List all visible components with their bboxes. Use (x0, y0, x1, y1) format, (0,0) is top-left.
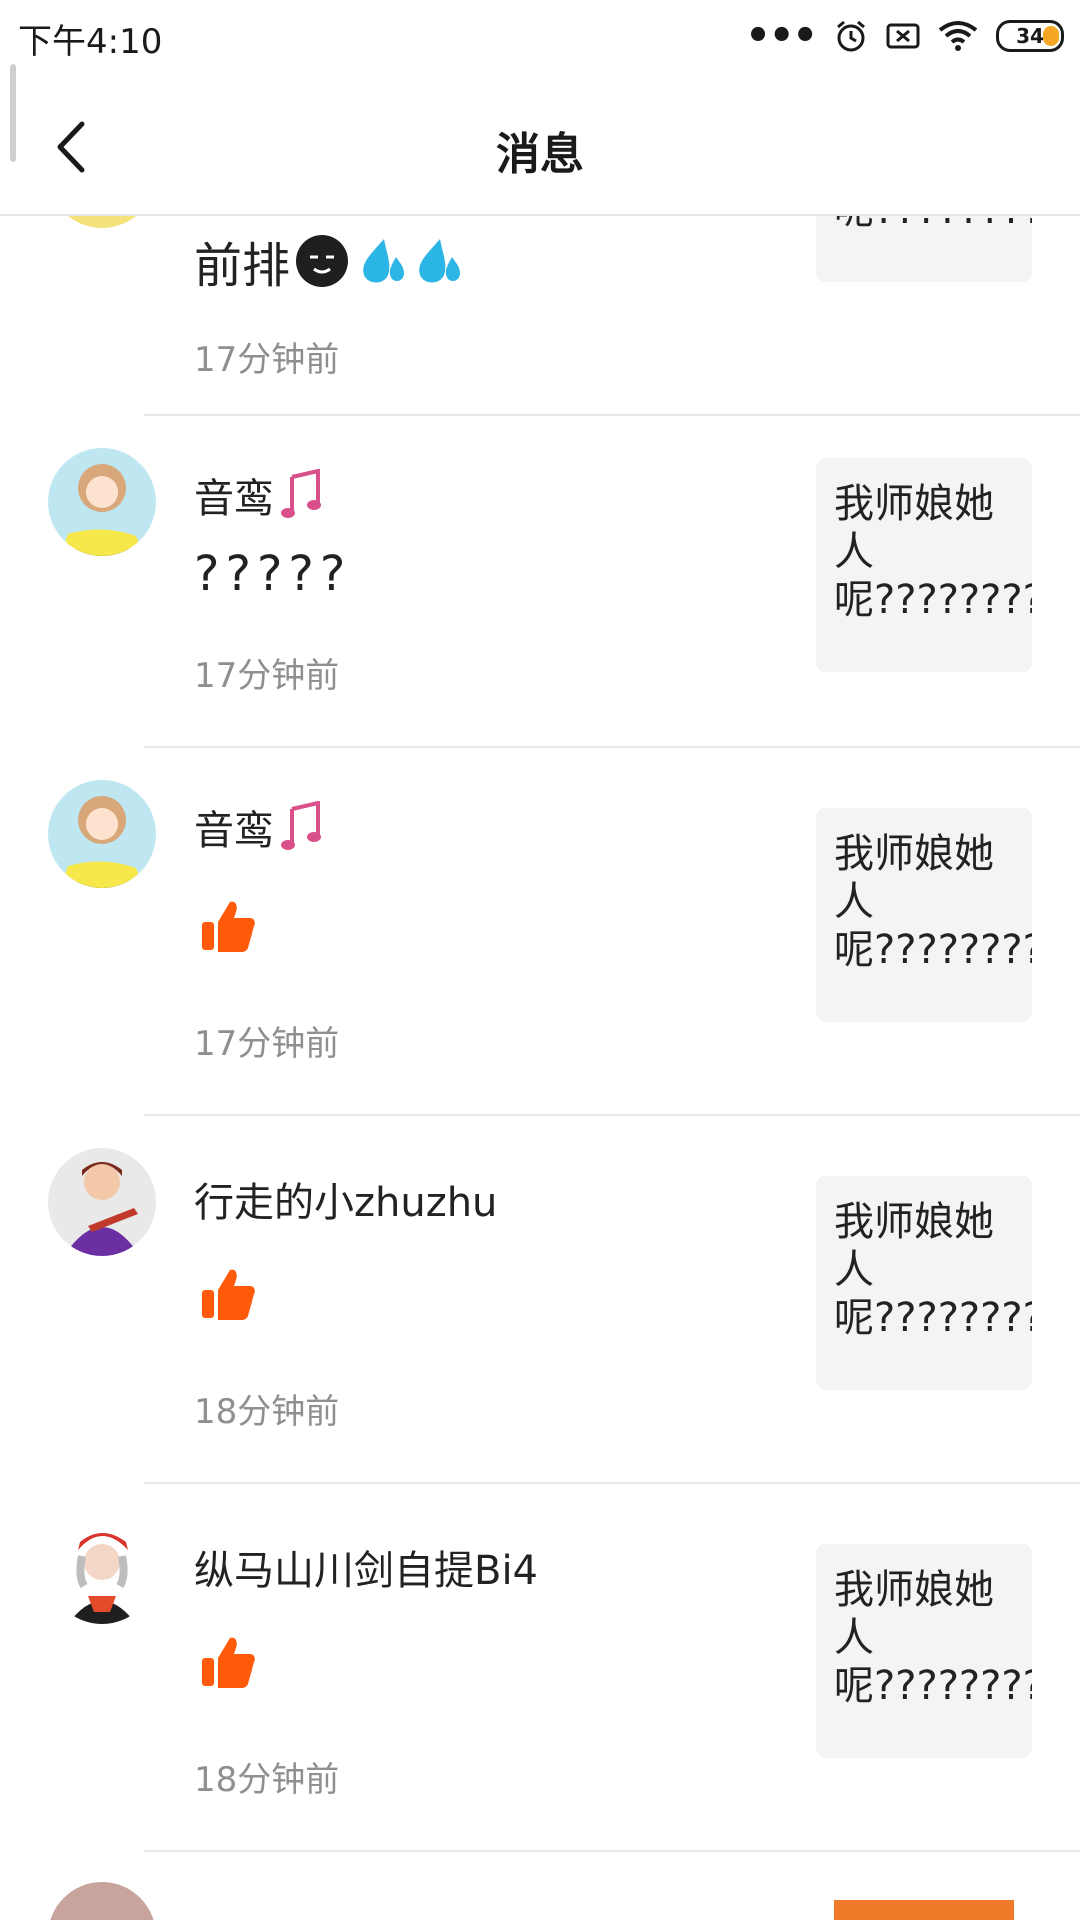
status-icons: ••• 34 (745, 16, 1064, 56)
alarm-icon (837, 20, 865, 52)
music-note-icon (281, 469, 321, 518)
wifi-icon (938, 21, 978, 51)
user-name-label: 音鸾 (194, 476, 274, 522)
sweat-drop-icon (363, 239, 405, 283)
list-item[interactable]: 音鸾 17分钟前 我师娘她人呢???????? (0, 748, 1080, 1116)
avatar[interactable] (48, 448, 156, 556)
sim-off-icon (886, 23, 920, 49)
user-name-label: 音鸾 (194, 808, 274, 854)
comment-label: 前排 (194, 238, 291, 294)
smug-face-emoji-icon (296, 235, 349, 287)
battery-level: 34 (1016, 24, 1044, 48)
timestamp: 18分钟前 (194, 1760, 340, 1800)
quoted-post[interactable]: 我师娘她人呢???????? (816, 808, 1032, 1022)
thumbs-up-icon (202, 1637, 255, 1688)
user-name[interactable]: 行走的小zhuzhu (194, 1170, 497, 1228)
page-title: 消息 (496, 129, 584, 180)
more-dots-icon: ••• (745, 13, 818, 59)
quoted-post[interactable]: 我师娘她人呢???????? (816, 216, 1032, 282)
battery-icon: 34 (996, 20, 1064, 52)
avatar[interactable] (48, 1516, 156, 1624)
comment-text: ????? (194, 546, 352, 602)
list-item[interactable]: 音鸾 ????? 17分钟前 我师娘她人呢???????? (0, 416, 1080, 748)
thumbs-up-icon (202, 1269, 255, 1320)
quoted-post[interactable]: 我师娘她人呢???????? (816, 1544, 1032, 1758)
quoted-image[interactable] (834, 1900, 1014, 1920)
avatar[interactable] (48, 1882, 156, 1920)
avatar[interactable] (48, 1148, 156, 1256)
avatar[interactable] (48, 780, 156, 888)
timestamp: 17分钟前 (194, 340, 340, 380)
timestamp: 18分钟前 (194, 1392, 340, 1432)
quoted-post[interactable]: 我师娘她人呢???????? (816, 1176, 1032, 1390)
music-note-icon (281, 801, 321, 850)
status-bar: 下午4:10 ••• 34 (0, 0, 1080, 74)
message-list[interactable]: 前排 17分钟前 我师娘她人呢???????? (0, 216, 1080, 1920)
list-item[interactable]: 纵马山川剑自提Bi4 18分钟前 我师娘她人呢???????? (0, 1484, 1080, 1852)
status-time: 下午4:10 (18, 22, 163, 62)
avatar[interactable] (48, 216, 156, 228)
user-name[interactable]: 音鸾 (194, 798, 326, 856)
user-name[interactable]: 纵马山川剑自提Bi4 (194, 1538, 538, 1596)
navigation-bar: 消息 (0, 74, 1080, 216)
list-item[interactable] (0, 1852, 1080, 1920)
sweat-drop-icon (419, 239, 461, 283)
list-item[interactable]: 行走的小zhuzhu 18分钟前 我师娘她人呢???????? (0, 1116, 1080, 1484)
quoted-post[interactable]: 我师娘她人呢???????? (816, 458, 1032, 672)
timestamp: 17分钟前 (194, 656, 340, 696)
scrollbar[interactable] (10, 64, 16, 162)
user-name[interactable]: 音鸾 (194, 466, 326, 524)
comment-text: 前排 (194, 226, 462, 296)
thumbs-up-icon (202, 901, 255, 952)
timestamp: 17分钟前 (194, 1024, 340, 1064)
